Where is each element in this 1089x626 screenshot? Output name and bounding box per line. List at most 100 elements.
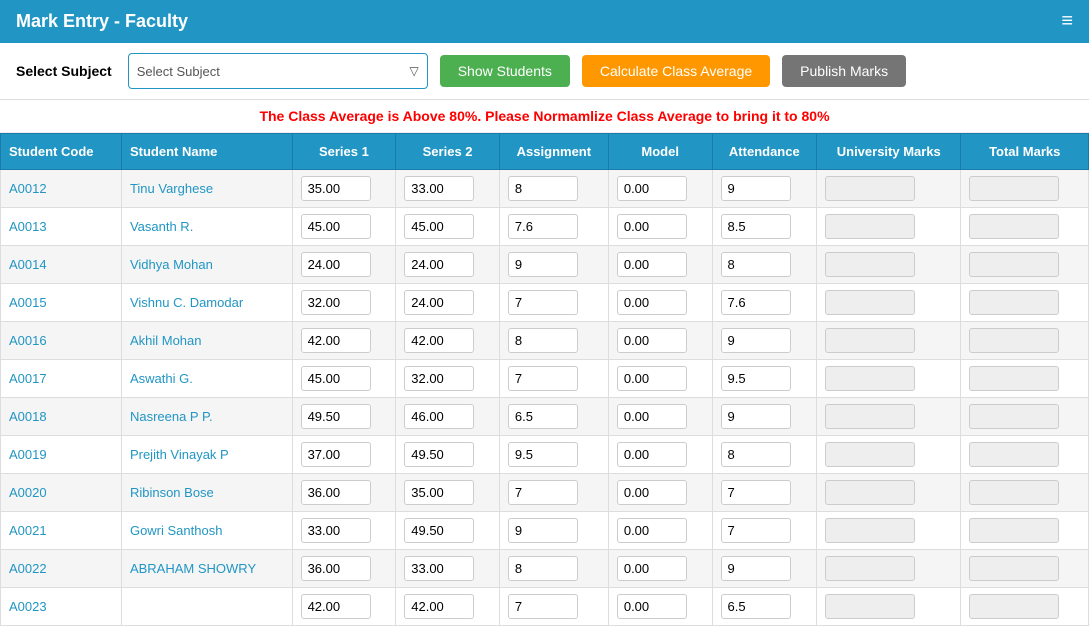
assignment-input[interactable] <box>508 518 578 543</box>
series1-input[interactable] <box>301 480 371 505</box>
university-marks-cell <box>817 588 961 626</box>
series2-input[interactable] <box>404 480 474 505</box>
university-input[interactable] <box>825 366 915 391</box>
total-input[interactable] <box>969 328 1059 353</box>
series1-input[interactable] <box>301 518 371 543</box>
total-input[interactable] <box>969 214 1059 239</box>
series2-input[interactable] <box>404 252 474 277</box>
assignment-input[interactable] <box>508 480 578 505</box>
assignment-input[interactable] <box>508 290 578 315</box>
series2-input[interactable] <box>404 518 474 543</box>
assignment-cell <box>499 360 608 398</box>
series2-input[interactable] <box>404 594 474 619</box>
assignment-input[interactable] <box>508 214 578 239</box>
attendance-input[interactable] <box>721 404 791 429</box>
assignment-input[interactable] <box>508 442 578 467</box>
attendance-input[interactable] <box>721 442 791 467</box>
total-input[interactable] <box>969 518 1059 543</box>
model-cell <box>608 246 712 284</box>
model-input[interactable] <box>617 480 687 505</box>
series2-input[interactable] <box>404 556 474 581</box>
university-input[interactable] <box>825 214 915 239</box>
series1-input[interactable] <box>301 214 371 239</box>
total-input[interactable] <box>969 252 1059 277</box>
show-students-button[interactable]: Show Students <box>440 55 570 87</box>
attendance-input[interactable] <box>721 518 791 543</box>
publish-marks-button[interactable]: Publish Marks <box>782 55 906 87</box>
assignment-input[interactable] <box>508 556 578 581</box>
series1-input[interactable] <box>301 366 371 391</box>
university-input[interactable] <box>825 176 915 201</box>
attendance-input[interactable] <box>721 290 791 315</box>
total-input[interactable] <box>969 290 1059 315</box>
series1-input[interactable] <box>301 594 371 619</box>
attendance-input[interactable] <box>721 556 791 581</box>
series2-input[interactable] <box>404 442 474 467</box>
student-name-cell: Ribinson Bose <box>121 474 292 512</box>
series2-input[interactable] <box>404 366 474 391</box>
model-input[interactable] <box>617 214 687 239</box>
model-input[interactable] <box>617 290 687 315</box>
series1-input[interactable] <box>301 328 371 353</box>
attendance-input[interactable] <box>721 594 791 619</box>
model-input[interactable] <box>617 366 687 391</box>
series2-input[interactable] <box>404 290 474 315</box>
attendance-input[interactable] <box>721 480 791 505</box>
model-input[interactable] <box>617 518 687 543</box>
attendance-input[interactable] <box>721 214 791 239</box>
university-input[interactable] <box>825 594 915 619</box>
total-input[interactable] <box>969 480 1059 505</box>
university-input[interactable] <box>825 252 915 277</box>
series2-cell <box>396 246 500 284</box>
university-input[interactable] <box>825 404 915 429</box>
model-input[interactable] <box>617 442 687 467</box>
assignment-input[interactable] <box>508 252 578 277</box>
series2-input[interactable] <box>404 404 474 429</box>
model-input[interactable] <box>617 328 687 353</box>
university-input[interactable] <box>825 328 915 353</box>
calculate-average-button[interactable]: Calculate Class Average <box>582 55 770 87</box>
subject-select[interactable]: Select Subject ▽ <box>128 53 428 89</box>
attendance-cell <box>712 512 817 550</box>
student-code-cell: A0016 <box>1 322 122 360</box>
university-input[interactable] <box>825 480 915 505</box>
attendance-input[interactable] <box>721 328 791 353</box>
series1-input[interactable] <box>301 442 371 467</box>
assignment-input[interactable] <box>508 366 578 391</box>
assignment-input[interactable] <box>508 328 578 353</box>
assignment-input[interactable] <box>508 404 578 429</box>
university-input[interactable] <box>825 556 915 581</box>
attendance-cell <box>712 360 817 398</box>
model-input[interactable] <box>617 176 687 201</box>
university-input[interactable] <box>825 518 915 543</box>
series2-input[interactable] <box>404 214 474 239</box>
assignment-input[interactable] <box>508 594 578 619</box>
total-input[interactable] <box>969 176 1059 201</box>
series2-input[interactable] <box>404 176 474 201</box>
model-input[interactable] <box>617 252 687 277</box>
series1-input[interactable] <box>301 556 371 581</box>
series1-input[interactable] <box>301 404 371 429</box>
university-input[interactable] <box>825 442 915 467</box>
series1-input[interactable] <box>301 176 371 201</box>
series1-input[interactable] <box>301 252 371 277</box>
series1-cell <box>292 474 396 512</box>
attendance-input[interactable] <box>721 252 791 277</box>
attendance-input[interactable] <box>721 176 791 201</box>
total-input[interactable] <box>969 442 1059 467</box>
total-input[interactable] <box>969 594 1059 619</box>
attendance-input[interactable] <box>721 366 791 391</box>
total-input[interactable] <box>969 556 1059 581</box>
model-input[interactable] <box>617 404 687 429</box>
model-input[interactable] <box>617 556 687 581</box>
model-input[interactable] <box>617 594 687 619</box>
series2-cell <box>396 436 500 474</box>
university-marks-cell <box>817 474 961 512</box>
series2-input[interactable] <box>404 328 474 353</box>
university-input[interactable] <box>825 290 915 315</box>
assignment-input[interactable] <box>508 176 578 201</box>
series1-input[interactable] <box>301 290 371 315</box>
total-input[interactable] <box>969 366 1059 391</box>
menu-icon[interactable]: ≡ <box>1061 10 1073 33</box>
total-input[interactable] <box>969 404 1059 429</box>
